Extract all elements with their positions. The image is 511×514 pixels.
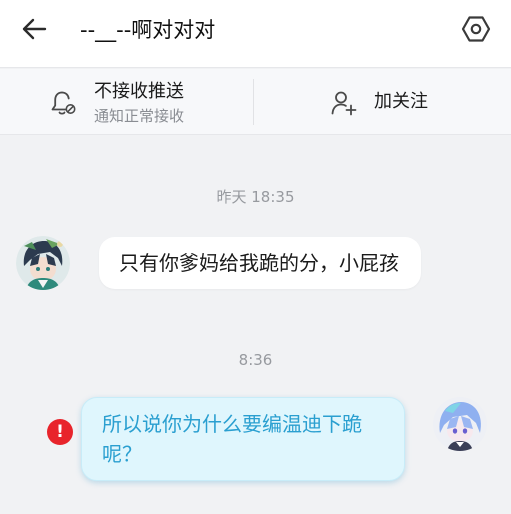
add-user-icon (331, 91, 357, 116)
chat-title: --__--啊对对对 (80, 18, 216, 42)
follow-button[interactable]: 加关注 (254, 69, 511, 135)
send-failed-icon[interactable]: ! (47, 419, 73, 445)
settings-button[interactable] (459, 12, 493, 46)
arrow-left-icon (22, 18, 47, 40)
action-bar: 不接收推送 通知正常接收 加关注 (0, 69, 511, 135)
incoming-message-bubble[interactable]: 只有你爹妈给我跪的分，小屁孩 (99, 237, 421, 289)
message-timestamp: 8:36 (238, 351, 273, 369)
hexagon-settings-icon (461, 16, 491, 42)
mute-push-button[interactable]: 不接收推送 通知正常接收 (0, 69, 253, 135)
follow-label: 加关注 (374, 91, 428, 112)
self-avatar[interactable] (433, 397, 487, 451)
message-timestamp: 昨天 18:35 (216, 188, 295, 206)
push-setting-subtitle: 通知正常接收 (94, 107, 185, 125)
bell-mute-icon (51, 91, 76, 115)
back-button[interactable] (16, 14, 52, 44)
self-avatar-icon (433, 397, 487, 451)
outgoing-message-bubble[interactable]: 所以说你为什么要编温迪下跪呢？ (81, 397, 405, 481)
sender-avatar[interactable] (16, 236, 70, 290)
push-setting-title: 不接收推送 (94, 81, 184, 102)
chat-header: --__--啊对对对 (0, 0, 511, 68)
sender-avatar-icon (16, 236, 70, 290)
